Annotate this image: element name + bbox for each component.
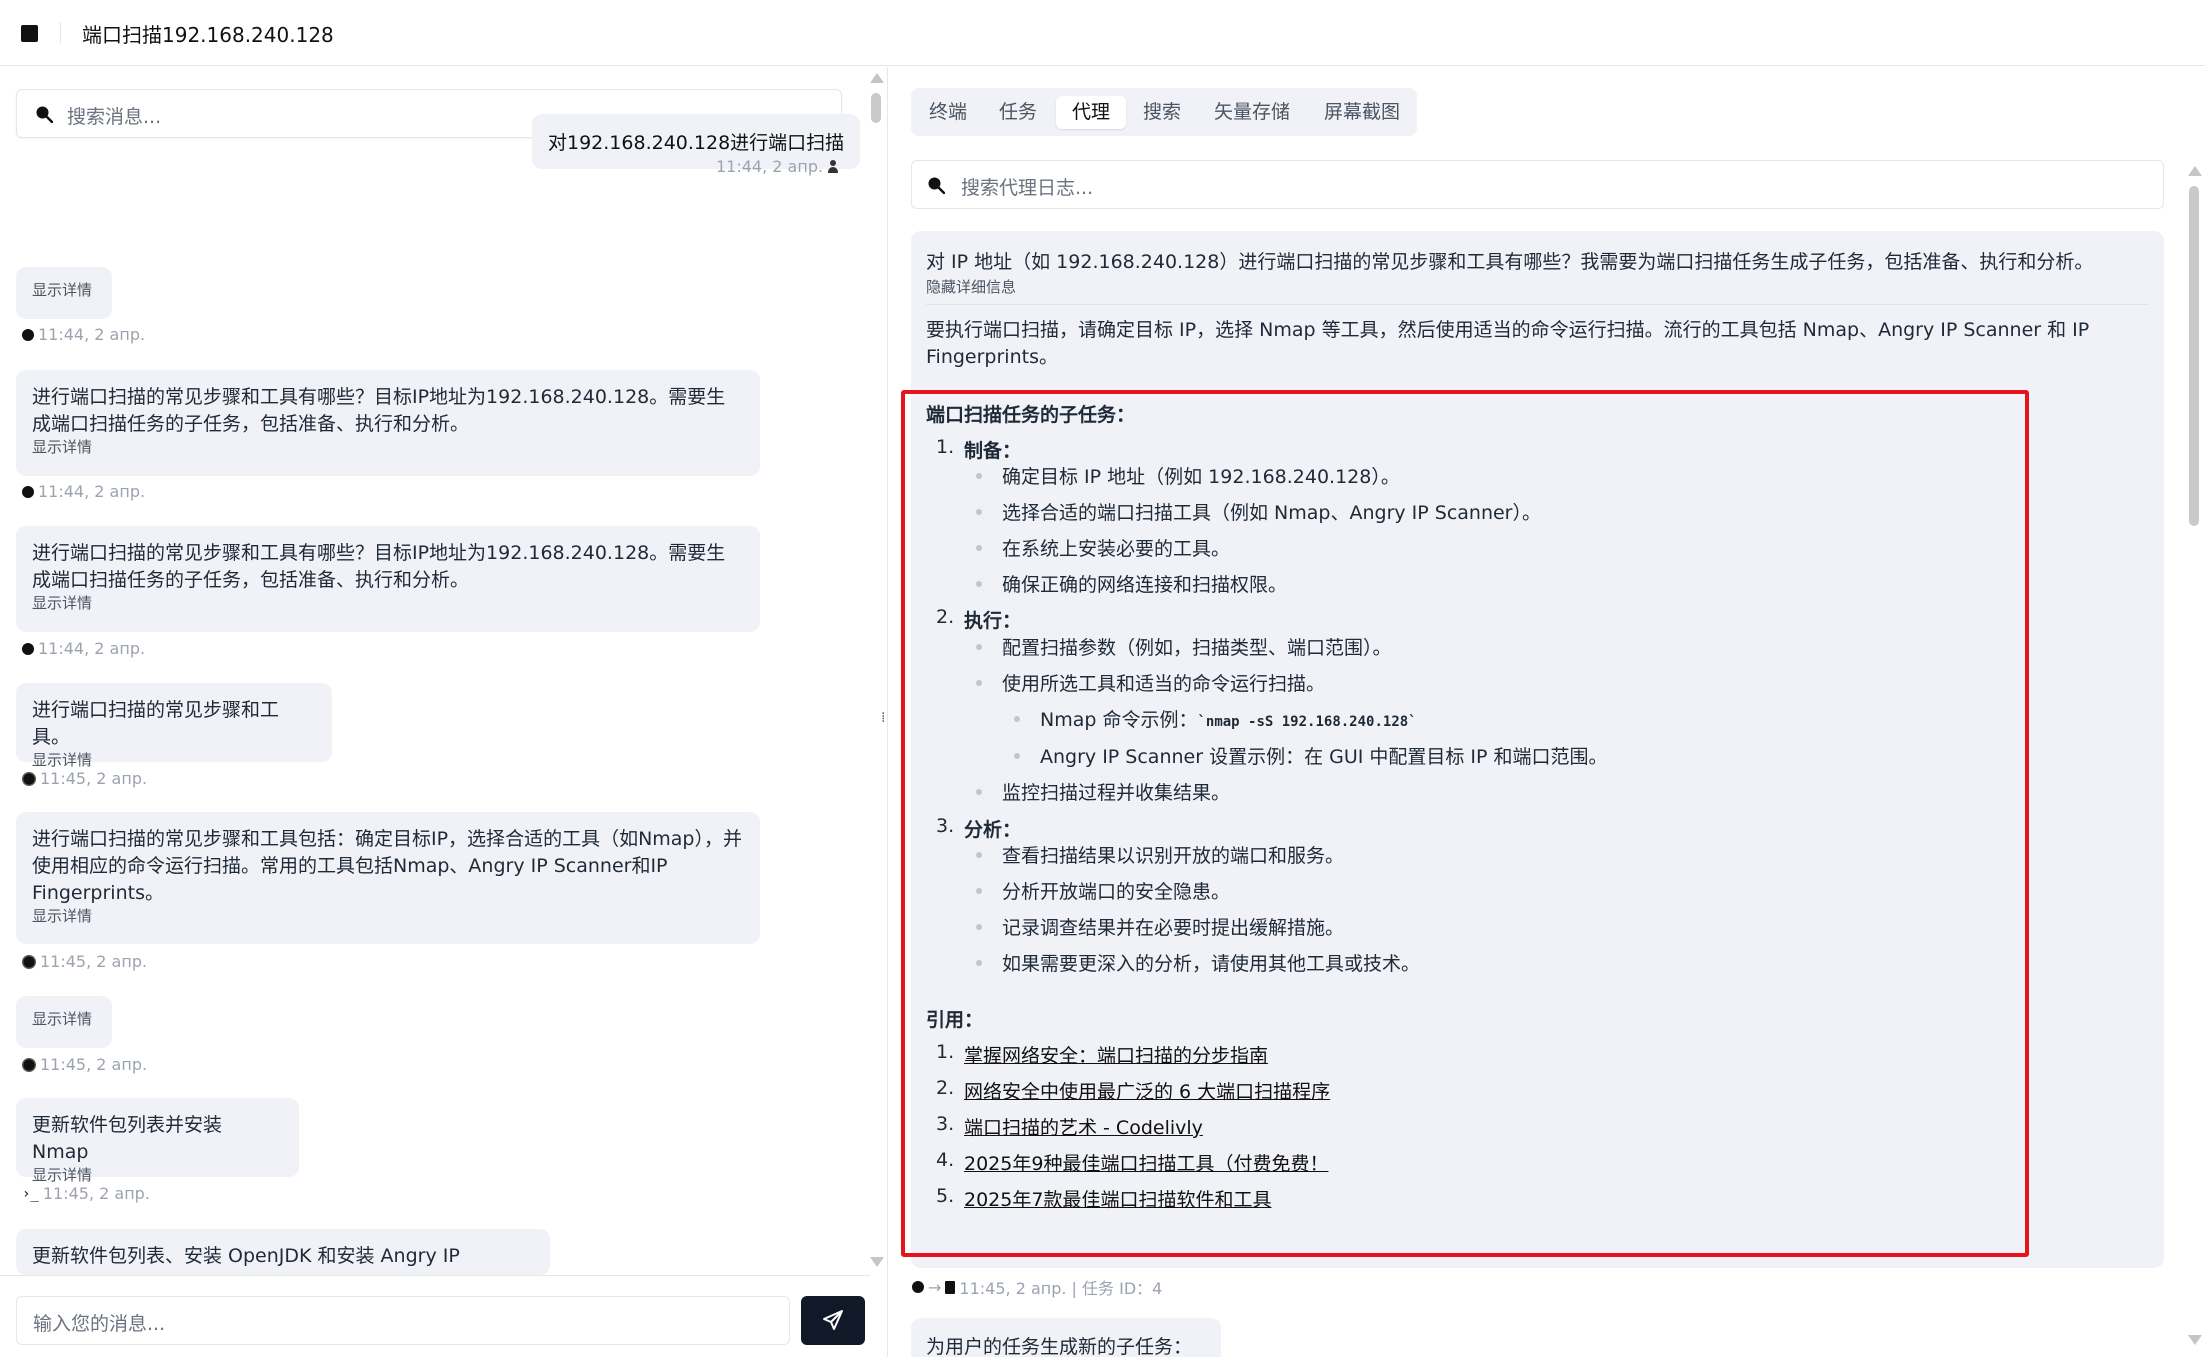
resize-handle-icon[interactable]: ⁞ <box>881 710 885 726</box>
message-text: 进行端口扫描的常见步骤和工具有哪些？目标IP地址为192.168.240.128… <box>32 386 726 435</box>
search-placeholder: 搜索代理日志... <box>961 177 1094 199</box>
show-details-link[interactable]: 显示详情 <box>32 751 316 769</box>
message-meta: 11:45, 2 апр. <box>22 952 147 971</box>
terminal-icon: ›_ <box>22 1185 39 1202</box>
message-meta: 11:45, 2 апр. <box>22 769 147 788</box>
tab-search[interactable]: 搜索 <box>1133 96 1191 129</box>
divider <box>926 304 2148 305</box>
message-bubble: 更新软件包列表、安装 OpenJDK 和安装 Angry IP Scanner <box>16 1229 550 1275</box>
user-icon <box>827 159 839 174</box>
ai-icon <box>22 771 36 786</box>
search-placeholder: 搜索消息... <box>67 106 162 128</box>
scroll-down-icon[interactable] <box>2188 1335 2202 1345</box>
title-bar: 端口扫描192.168.240.128 <box>0 0 2205 66</box>
show-details-link[interactable]: 显示详情 <box>32 594 744 612</box>
hide-details-link[interactable]: 隐藏详细信息 <box>926 276 1016 297</box>
search-icon <box>22 328 34 341</box>
tab-terminal[interactable]: 终端 <box>919 96 977 129</box>
tab-screenshots[interactable]: 屏幕截图 <box>1312 96 1412 129</box>
message-text: 进行端口扫描的常见步骤和工具包括：确定目标IP，选择合适的工具（如Nmap），并… <box>32 828 742 904</box>
search-icon <box>912 1281 924 1293</box>
stop-icon[interactable] <box>21 25 38 42</box>
message-time: 11:44, 2 апр. <box>38 325 146 344</box>
highlight-annotation <box>901 390 2029 1257</box>
send-button[interactable] <box>801 1296 865 1345</box>
show-details-link[interactable]: 显示详情 <box>32 1010 96 1028</box>
tab-tasks[interactable]: 任务 <box>989 96 1047 129</box>
agent-log-card: 为用户的任务生成新的子任务： <box>911 1318 1221 1357</box>
message-meta: ›_ 11:45, 2 апр. <box>22 1184 150 1203</box>
message-bubble: 显示详情 <box>16 267 112 319</box>
message-time: 11:45, 2 апр. <box>42 1184 150 1203</box>
agent-question: 对 IP 地址（如 192.168.240.128）进行端口扫描的常见步骤和工具… <box>926 251 2094 273</box>
panel-divider[interactable] <box>887 67 888 1357</box>
search-icon <box>928 177 945 194</box>
tab-bar: 终端 任务 代理 搜索 矢量存储 屏幕截图 <box>911 88 1417 136</box>
message-time: 11:44, 2 апр. <box>38 639 146 658</box>
message-bubble: 进行端口扫描的常见步骤和工具有哪些？目标IP地址为192.168.240.128… <box>16 370 760 476</box>
show-details-link[interactable]: 显示详情 <box>32 281 96 299</box>
message-composer: 输入您的消息... <box>0 1275 870 1357</box>
card-meta: → 11:45, 2 апр. | 任务 ID：4 <box>912 1275 1162 1299</box>
send-icon <box>823 1310 843 1330</box>
message-time: 11:45, 2 апр. <box>40 1055 148 1074</box>
message-bubble: 进行端口扫描的常见步骤和工具包括：确定目标IP，选择合适的工具（如Nmap），并… <box>16 812 760 944</box>
search-icon <box>36 106 53 123</box>
divider <box>60 22 61 44</box>
card-meta-text: 11:45, 2 апр. | 任务 ID：4 <box>959 1279 1163 1298</box>
message-meta: 11:44, 2 апр. <box>22 639 145 658</box>
message-text: 更新软件包列表、安装 OpenJDK 和安装 Angry IP Scanner <box>32 1245 460 1275</box>
scroll-up-icon[interactable] <box>870 73 884 83</box>
chat-panel: 搜索消息... 对192.168.240.128进行端口扫描 11:44, 2 … <box>0 67 870 1357</box>
show-details-link[interactable]: 显示详情 <box>32 438 744 456</box>
message-bubble: 进行端口扫描的常见步骤和工具。 显示详情 <box>16 683 332 769</box>
agent-answer: 要执行端口扫描，请确定目标 IP，选择 Nmap 等工具，然后使用适当的命令运行… <box>926 319 2090 368</box>
search-icon <box>22 642 34 655</box>
message-time: 11:45, 2 апр. <box>40 769 148 788</box>
message-meta: 11:44, 2 апр. <box>22 325 145 344</box>
arrow-icon: → <box>928 1277 942 1297</box>
agent-question: 为用户的任务生成新的子任务： <box>926 1336 1193 1357</box>
tab-vector-store[interactable]: 矢量存储 <box>1202 96 1302 129</box>
message-meta: 11:45, 2 апр. <box>22 1055 147 1074</box>
message-text: 进行端口扫描的常见步骤和工具。 <box>32 699 280 748</box>
message-time: 11:44, 2 апр. <box>716 157 824 176</box>
agent-log-search-input[interactable]: 搜索代理日志... <box>911 160 2164 209</box>
document-icon <box>945 1280 956 1294</box>
scroll-down-icon[interactable] <box>870 1257 884 1267</box>
scroll-thumb[interactable] <box>871 93 881 123</box>
show-details-link[interactable]: 显示详情 <box>32 907 744 925</box>
scroll-thumb[interactable] <box>2189 186 2199 526</box>
ai-icon <box>22 954 36 969</box>
message-text: 进行端口扫描的常见步骤和工具有哪些？目标IP地址为192.168.240.128… <box>32 542 726 591</box>
user-message-text: 对192.168.240.128进行端口扫描 <box>548 132 845 154</box>
scroll-up-icon[interactable] <box>2188 166 2202 176</box>
agent-log-scrollbar[interactable] <box>2185 160 2205 1357</box>
message-time: 11:45, 2 апр. <box>40 952 148 971</box>
message-meta: 11:44, 2 апр. <box>716 157 839 176</box>
message-time: 11:44, 2 апр. <box>38 482 146 501</box>
tab-agent[interactable]: 代理 <box>1056 96 1126 129</box>
search-icon <box>22 485 34 498</box>
ai-icon <box>22 1057 36 1072</box>
show-details-link[interactable]: 显示详情 <box>32 1166 283 1184</box>
input-placeholder: 输入您的消息... <box>33 1313 166 1335</box>
message-text: 更新软件包列表并安装 Nmap <box>32 1114 223 1163</box>
message-input[interactable]: 输入您的消息... <box>16 1296 790 1345</box>
message-bubble: 更新软件包列表并安装 Nmap 显示详情 <box>16 1098 299 1184</box>
window-title: 端口扫描192.168.240.128 <box>82 23 334 47</box>
message-bubble: 显示详情 <box>16 996 112 1048</box>
message-meta: 11:44, 2 апр. <box>22 482 145 501</box>
message-bubble: 进行端口扫描的常见步骤和工具有哪些？目标IP地址为192.168.240.128… <box>16 526 760 632</box>
